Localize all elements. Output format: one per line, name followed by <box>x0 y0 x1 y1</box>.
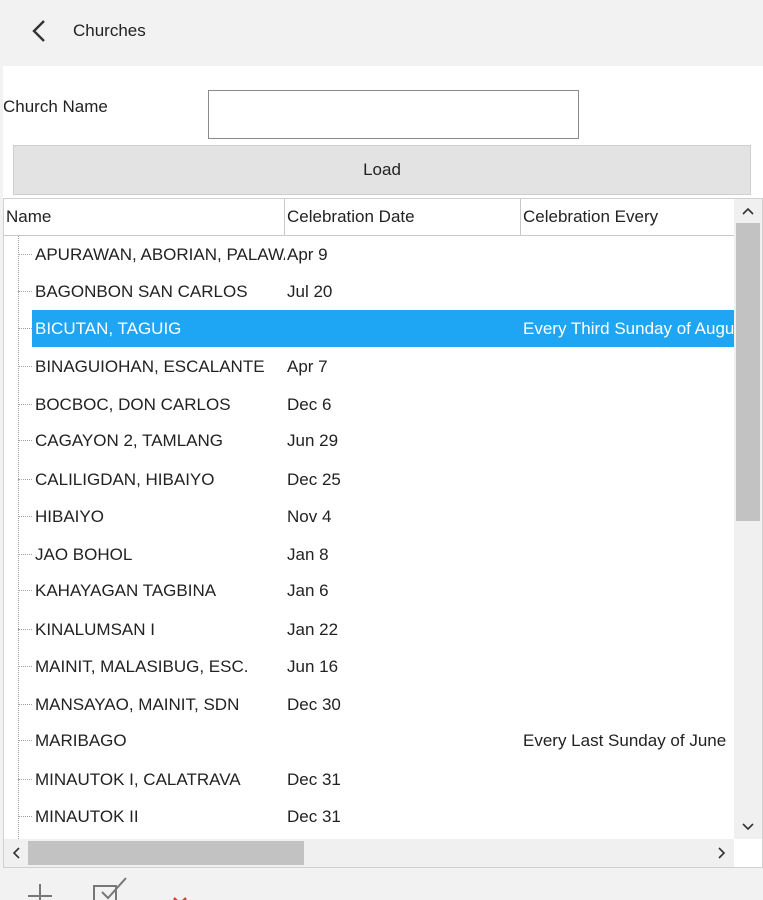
vertical-scroll-thumb[interactable] <box>736 223 760 521</box>
delete-button[interactable] <box>170 894 190 900</box>
cell-name: KAHAYAGAN TAGBINA <box>35 581 217 600</box>
cell-celebration-date: Apr 7 <box>287 357 328 376</box>
cell-celebration-date: Nov 4 <box>287 507 332 526</box>
tree-branch-line <box>18 629 32 630</box>
church-name-input[interactable] <box>208 90 579 139</box>
cell-name: MARIBAGO <box>35 731 127 750</box>
tree-branch-line <box>18 816 32 817</box>
scroll-up-button[interactable] <box>734 199 762 223</box>
bottom-toolbar <box>0 868 763 900</box>
cell-celebration-date: Jun 16 <box>287 657 339 676</box>
table-row[interactable]: BINAGUIOHAN, ESCALANTE Apr 7 <box>4 348 734 385</box>
page-title: Churches <box>73 21 146 40</box>
cell-name: HIBAIYO <box>35 507 104 526</box>
tree-branch-line <box>18 254 32 255</box>
cell-celebration-date: Jun 29 <box>287 431 339 450</box>
chevron-down-icon <box>742 823 754 831</box>
title-bar: Churches <box>0 0 763 66</box>
cell-name: CAGAYON 2, TAMLANG <box>35 431 223 450</box>
cell-celebration-every: Every Last Sunday of June <box>523 731 727 750</box>
table-row[interactable]: CALILIGDAN, HIBAIYO Dec 25 <box>4 461 734 498</box>
table-row[interactable]: KAHAYAGAN TAGBINA Jan 6 <box>4 572 734 609</box>
tree-branch-line <box>18 704 32 705</box>
scroll-down-button[interactable] <box>734 815 762 839</box>
chevron-up-icon <box>742 207 754 215</box>
table-row[interactable]: HIBAIYO Nov 4 <box>4 498 734 535</box>
table-row[interactable]: BICUTAN, TAGUIG Every Third Sunday of Aug… <box>4 310 734 347</box>
tree-branch-line <box>18 666 32 667</box>
cell-name: BAGONBON SAN CARLOS <box>35 282 248 301</box>
column-header-celebration-date[interactable]: Celebration Date <box>285 199 521 235</box>
church-name-label: Church Name <box>3 97 108 116</box>
column-header-celebration-every[interactable]: Celebration Every <box>521 199 734 235</box>
scroll-corner <box>734 839 762 867</box>
column-header-name[interactable]: Name <box>4 199 285 235</box>
load-button[interactable]: Load <box>13 145 751 195</box>
vertical-scrollbar[interactable] <box>734 199 762 839</box>
cell-celebration-date: Jan 8 <box>287 545 329 564</box>
cell-name: BICUTAN, TAGUIG <box>35 319 182 338</box>
churches-grid: Name Celebration Date Celebration Every … <box>3 198 763 868</box>
table-row[interactable]: MAINIT, MALASIBUG, ESC. Jun 16 <box>4 648 734 685</box>
scroll-right-button[interactable] <box>710 839 734 867</box>
cell-celebration-date: Dec 31 <box>287 807 341 826</box>
edit-button[interactable] <box>92 876 132 900</box>
table-row[interactable]: MINAUTOK I, CALATRAVA Dec 31 <box>4 761 734 798</box>
tree-branch-line <box>18 590 32 591</box>
tree-branch-line <box>18 740 32 741</box>
cell-name: MINAUTOK I, CALATRAVA <box>35 770 241 789</box>
tree-branch-line <box>18 479 32 480</box>
grid-header: Name Celebration Date Celebration Every <box>4 199 734 236</box>
cell-celebration-date: Dec 31 <box>287 770 341 789</box>
cell-name: BINAGUIOHAN, ESCALANTE <box>35 357 265 376</box>
table-row[interactable]: CAGAYON 2, TAMLANG Jun 29 <box>4 422 734 459</box>
table-row[interactable]: APURAWAN, ABORIAN, PALAWAN Apr 9 <box>4 236 734 273</box>
table-row[interactable]: KINALUMSAN I Jan 22 <box>4 611 734 648</box>
tree-branch-line <box>18 366 32 367</box>
cell-celebration-date: Dec 25 <box>287 470 341 489</box>
tree-branch-line <box>18 328 32 329</box>
cell-name: MAINIT, MALASIBUG, ESC. <box>35 657 249 676</box>
cell-name: JAO BOHOL <box>35 545 133 564</box>
tree-branch-line <box>18 554 32 555</box>
chevron-left-icon <box>32 20 45 42</box>
chevron-left-small-icon <box>12 847 20 859</box>
cell-celebration-every: Every Third Sunday of August <box>523 319 734 338</box>
tree-branch-line <box>18 440 32 441</box>
edit-icon <box>93 877 127 900</box>
cell-celebration-date: Apr 9 <box>287 245 328 264</box>
cell-name: MINAUTOK II <box>35 807 139 826</box>
tree-branch-line <box>18 779 32 780</box>
horizontal-scrollbar[interactable] <box>4 839 734 867</box>
table-row[interactable]: MANSAYAO, MAINIT, SDN Dec 30 <box>4 686 734 723</box>
horizontal-scroll-thumb[interactable] <box>28 841 304 865</box>
table-row[interactable]: BOCBOC, DON CARLOS Dec 6 <box>4 386 734 423</box>
cell-celebration-date: Dec 30 <box>287 695 341 714</box>
table-row[interactable]: MINAUTOK II Dec 31 <box>4 798 734 835</box>
cell-celebration-date: Jan 6 <box>287 581 329 600</box>
tree-branch-line <box>18 516 32 517</box>
cell-celebration-date: Jul 20 <box>287 282 333 301</box>
table-row[interactable]: MARIBAGO Every Last Sunday of June <box>4 722 734 759</box>
tree-branch-line <box>18 291 32 292</box>
cell-name: BOCBOC, DON CARLOS <box>35 395 231 414</box>
tree-branch-line <box>18 404 32 405</box>
cell-name: KINALUMSAN I <box>35 620 155 639</box>
chevron-right-icon <box>718 847 726 859</box>
cell-name: CALILIGDAN, HIBAIYO <box>35 470 215 489</box>
cell-celebration-date: Jan 22 <box>287 620 339 639</box>
delete-icon <box>173 897 187 900</box>
back-button[interactable] <box>22 14 56 48</box>
cell-name: APURAWAN, ABORIAN, PALAWAN <box>35 245 285 264</box>
table-row[interactable]: JAO BOHOL Jan 8 <box>4 536 734 573</box>
add-button[interactable] <box>26 882 54 900</box>
cell-name: MANSAYAO, MAINIT, SDN <box>35 695 240 714</box>
cell-celebration-date: Dec 6 <box>287 395 332 414</box>
grid-rows: APURAWAN, ABORIAN, PALAWAN Apr 9 BAGONBON … <box>4 236 734 839</box>
table-row[interactable]: BAGONBON SAN CARLOS Jul 20 <box>4 273 734 310</box>
scroll-left-button[interactable] <box>4 839 28 867</box>
add-icon <box>28 884 52 900</box>
